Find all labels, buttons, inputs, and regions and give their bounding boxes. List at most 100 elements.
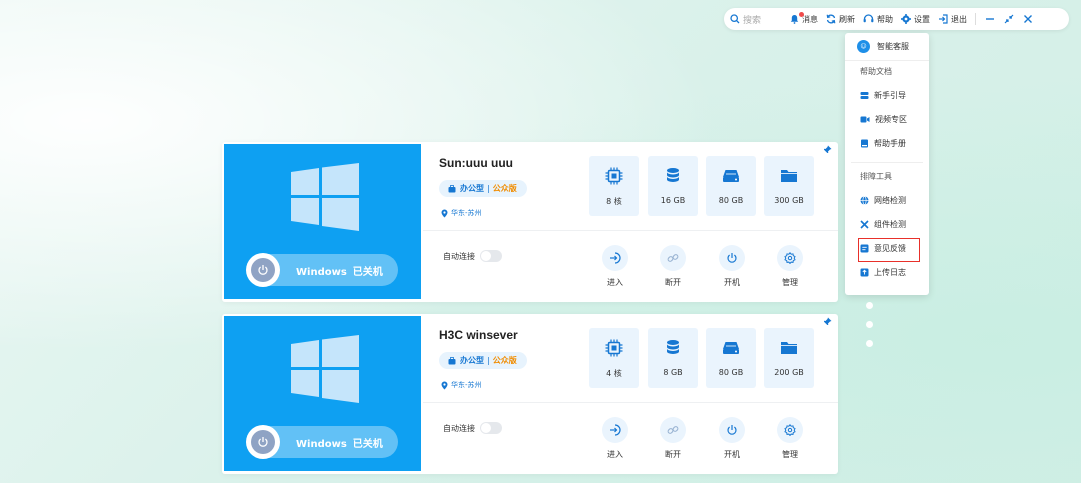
vm-card: Windows 已关机 H3C winsever 办公型 | 公众版 华东-苏州 4 …: [222, 314, 838, 474]
settings-gear-icon: [784, 252, 796, 264]
enter-action[interactable]: 进入: [595, 417, 635, 460]
manage-action[interactable]: 管理: [770, 417, 810, 460]
message-label: 消息: [802, 14, 818, 24]
vm-type-tag: 办公型 | 公众版: [439, 352, 527, 369]
pin-icon[interactable]: [823, 145, 832, 154]
help-dropdown-menu: ☺ 智能客服 帮助文档 新手引导 视频专区 帮助手册 排障工具 网络检测 组件检…: [845, 33, 929, 295]
hard-drive-icon: [723, 170, 739, 182]
card-divider: [423, 230, 838, 231]
cpu-icon: [605, 339, 623, 357]
pin-icon[interactable]: [823, 317, 832, 326]
smart-service-item[interactable]: ☺ 智能客服: [845, 33, 929, 61]
layers-icon: [860, 91, 869, 99]
briefcase-icon: [448, 356, 456, 364]
os-status-text: Windows 已关机: [296, 435, 383, 450]
cpu-spec: 4 核: [589, 328, 639, 388]
cpu-spec: 8 核: [589, 156, 639, 216]
data-disk-spec: 200 GB: [764, 328, 814, 388]
vm-thumbnail[interactable]: Windows 已关机: [224, 316, 421, 471]
auto-connect-toggle[interactable]: [480, 422, 502, 434]
logout-button[interactable]: 退出: [938, 14, 967, 25]
manage-action[interactable]: 管理: [770, 245, 810, 288]
memory-spec: 16 GB: [648, 156, 698, 216]
disconnect-label: 断开: [665, 278, 681, 287]
system-disk-spec: 80 GB: [706, 156, 756, 216]
log-icon: [860, 268, 869, 276]
video-icon: [860, 116, 870, 122]
page-dot[interactable]: [866, 302, 873, 309]
folder-icon: [781, 170, 797, 182]
windows-logo-icon: [291, 335, 359, 403]
auto-connect-toggle[interactable]: [480, 250, 502, 262]
menu-item-help-manual[interactable]: 帮助手册: [845, 131, 929, 155]
vm-location: 华东-苏州: [441, 380, 482, 390]
disconnect-action[interactable]: 断开: [653, 417, 693, 460]
vm-thumbnail[interactable]: Windows 已关机: [224, 144, 421, 299]
settings-button[interactable]: 设置: [901, 14, 930, 25]
minimize-button[interactable]: [985, 14, 995, 24]
search-placeholder: 搜索: [743, 15, 762, 26]
page-dot[interactable]: [866, 321, 873, 328]
disconnect-action[interactable]: 断开: [653, 245, 693, 288]
os-name: Windows: [296, 438, 347, 450]
menu-divider: [851, 155, 923, 163]
power-status-pill[interactable]: Windows 已关机: [246, 425, 398, 459]
search-box[interactable]: 搜索: [730, 13, 782, 26]
folder-icon: [781, 342, 797, 354]
power-button[interactable]: [246, 253, 280, 287]
menu-item-upload-log[interactable]: 上传日志: [845, 260, 929, 284]
vm-type-tag: 办公型 | 公众版: [439, 180, 527, 197]
power-status-pill[interactable]: Windows 已关机: [246, 253, 398, 287]
menu-item-label: 新手引导: [874, 90, 906, 100]
auto-connect: 自动连接: [443, 250, 502, 262]
auto-connect-label: 自动连接: [443, 251, 475, 261]
refresh-icon: [826, 14, 836, 24]
restore-button[interactable]: [1004, 14, 1014, 24]
headset-icon: [863, 14, 874, 23]
minimize-icon: [986, 18, 994, 20]
menu-item-beginner-guide[interactable]: 新手引导: [845, 83, 929, 107]
menu-item-label: 帮助手册: [874, 138, 906, 148]
data-disk-value: 200 GB: [774, 368, 804, 377]
settings-label: 设置: [914, 14, 930, 24]
menu-item-component-check[interactable]: 组件检测: [845, 212, 929, 236]
os-status-text: Windows 已关机: [296, 263, 383, 278]
help-button[interactable]: 帮助: [863, 14, 893, 25]
close-icon: [1024, 15, 1032, 23]
power-on-action[interactable]: 开机: [712, 245, 752, 288]
menu-item-network-check[interactable]: 网络检测: [845, 188, 929, 212]
gear-icon: [901, 14, 911, 24]
tag-type: 办公型: [460, 184, 484, 193]
tag-edition: 公众版: [492, 356, 517, 365]
power-on-action[interactable]: 开机: [712, 417, 752, 460]
vm-location: 华东-苏州: [441, 208, 482, 218]
refresh-button[interactable]: 刷新: [826, 14, 855, 25]
book-icon: [861, 139, 868, 147]
tools-icon: [860, 219, 869, 229]
docs-section-title: 帮助文档: [860, 67, 892, 76]
enter-action[interactable]: 进入: [595, 245, 635, 288]
message-button[interactable]: 消息: [790, 12, 818, 25]
power-button[interactable]: [246, 425, 280, 459]
location-text: 华东-苏州: [451, 381, 482, 389]
power-icon: [727, 425, 737, 435]
close-button[interactable]: [1023, 14, 1033, 24]
power-icon: [727, 253, 737, 263]
menu-item-label: 视频专区: [875, 114, 907, 124]
location-pin-icon: [441, 381, 448, 389]
menu-item-label: 上传日志: [874, 267, 906, 277]
page-dot[interactable]: [866, 340, 873, 347]
menu-item-label: 组件检测: [874, 219, 906, 229]
manage-label: 管理: [782, 450, 798, 459]
briefcase-icon: [448, 184, 456, 192]
vm-status: 已关机: [352, 266, 383, 278]
memory-spec: 8 GB: [648, 328, 698, 388]
search-icon: [730, 14, 740, 24]
menu-item-label: 网络检测: [874, 195, 906, 205]
hard-drive-icon: [723, 342, 739, 354]
enter-label: 进入: [607, 450, 623, 459]
broken-link-icon: [667, 254, 679, 262]
disconnect-label: 断开: [665, 450, 681, 459]
bell-icon: [790, 12, 804, 24]
menu-item-video-zone[interactable]: 视频专区: [845, 107, 929, 131]
